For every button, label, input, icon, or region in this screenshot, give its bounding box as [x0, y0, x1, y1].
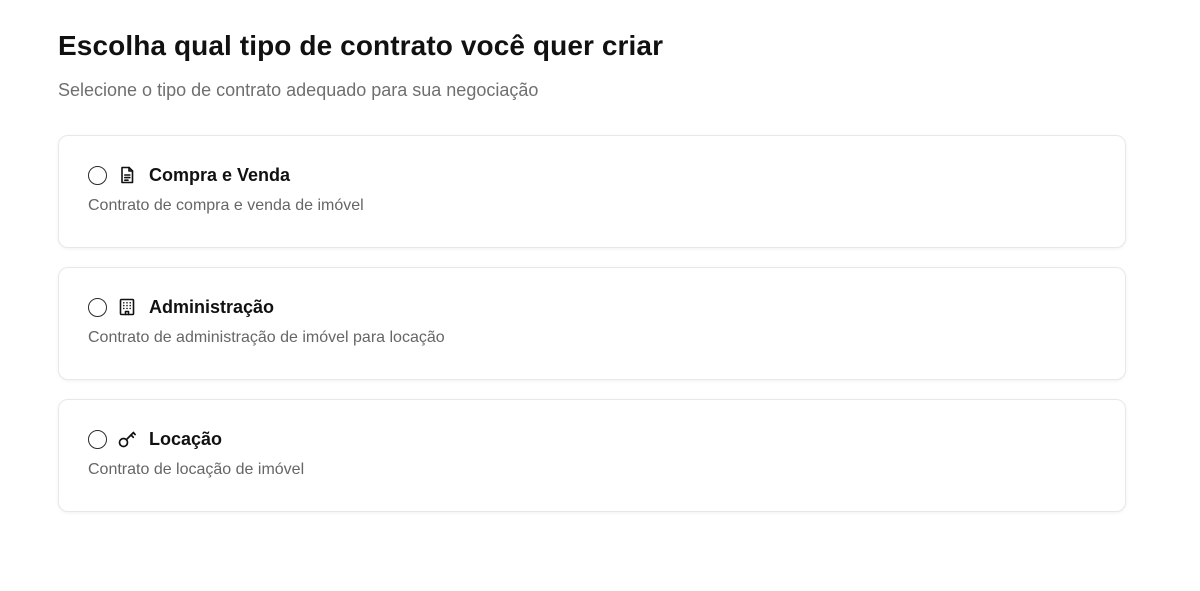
- option-description: Contrato de compra e venda de imóvel: [88, 197, 364, 214]
- option-description: Contrato de administração de imóvel para…: [88, 329, 445, 346]
- option-header: Administração: [88, 296, 274, 318]
- key-icon: [117, 429, 137, 449]
- option-compra-e-venda[interactable]: Compra e Venda Contrato de compra e vend…: [58, 135, 1126, 248]
- page-title: Escolha qual tipo de contrato você quer …: [58, 30, 664, 61]
- contract-options-list: Compra e Venda Contrato de compra e vend…: [58, 135, 1126, 531]
- radio-compra-e-venda[interactable]: [88, 165, 107, 185]
- option-title: Administração: [149, 296, 275, 317]
- option-header: Compra e Venda: [88, 164, 290, 186]
- radio-administracao[interactable]: [88, 297, 107, 317]
- radio-locacao[interactable]: [88, 429, 107, 449]
- building-icon: [117, 297, 137, 317]
- option-header: Locação: [88, 428, 222, 450]
- option-description: Contrato de locação de imóvel: [88, 461, 305, 478]
- option-title: Locação: [149, 428, 223, 449]
- option-administracao[interactable]: Administração Contrato de administração …: [58, 267, 1126, 380]
- option-locacao[interactable]: Locação Contrato de locação de imóvel: [58, 399, 1126, 512]
- document-icon: [117, 165, 137, 185]
- page-subtitle: Selecione o tipo de contrato adequado pa…: [58, 80, 539, 100]
- option-title: Compra e Venda: [149, 164, 291, 185]
